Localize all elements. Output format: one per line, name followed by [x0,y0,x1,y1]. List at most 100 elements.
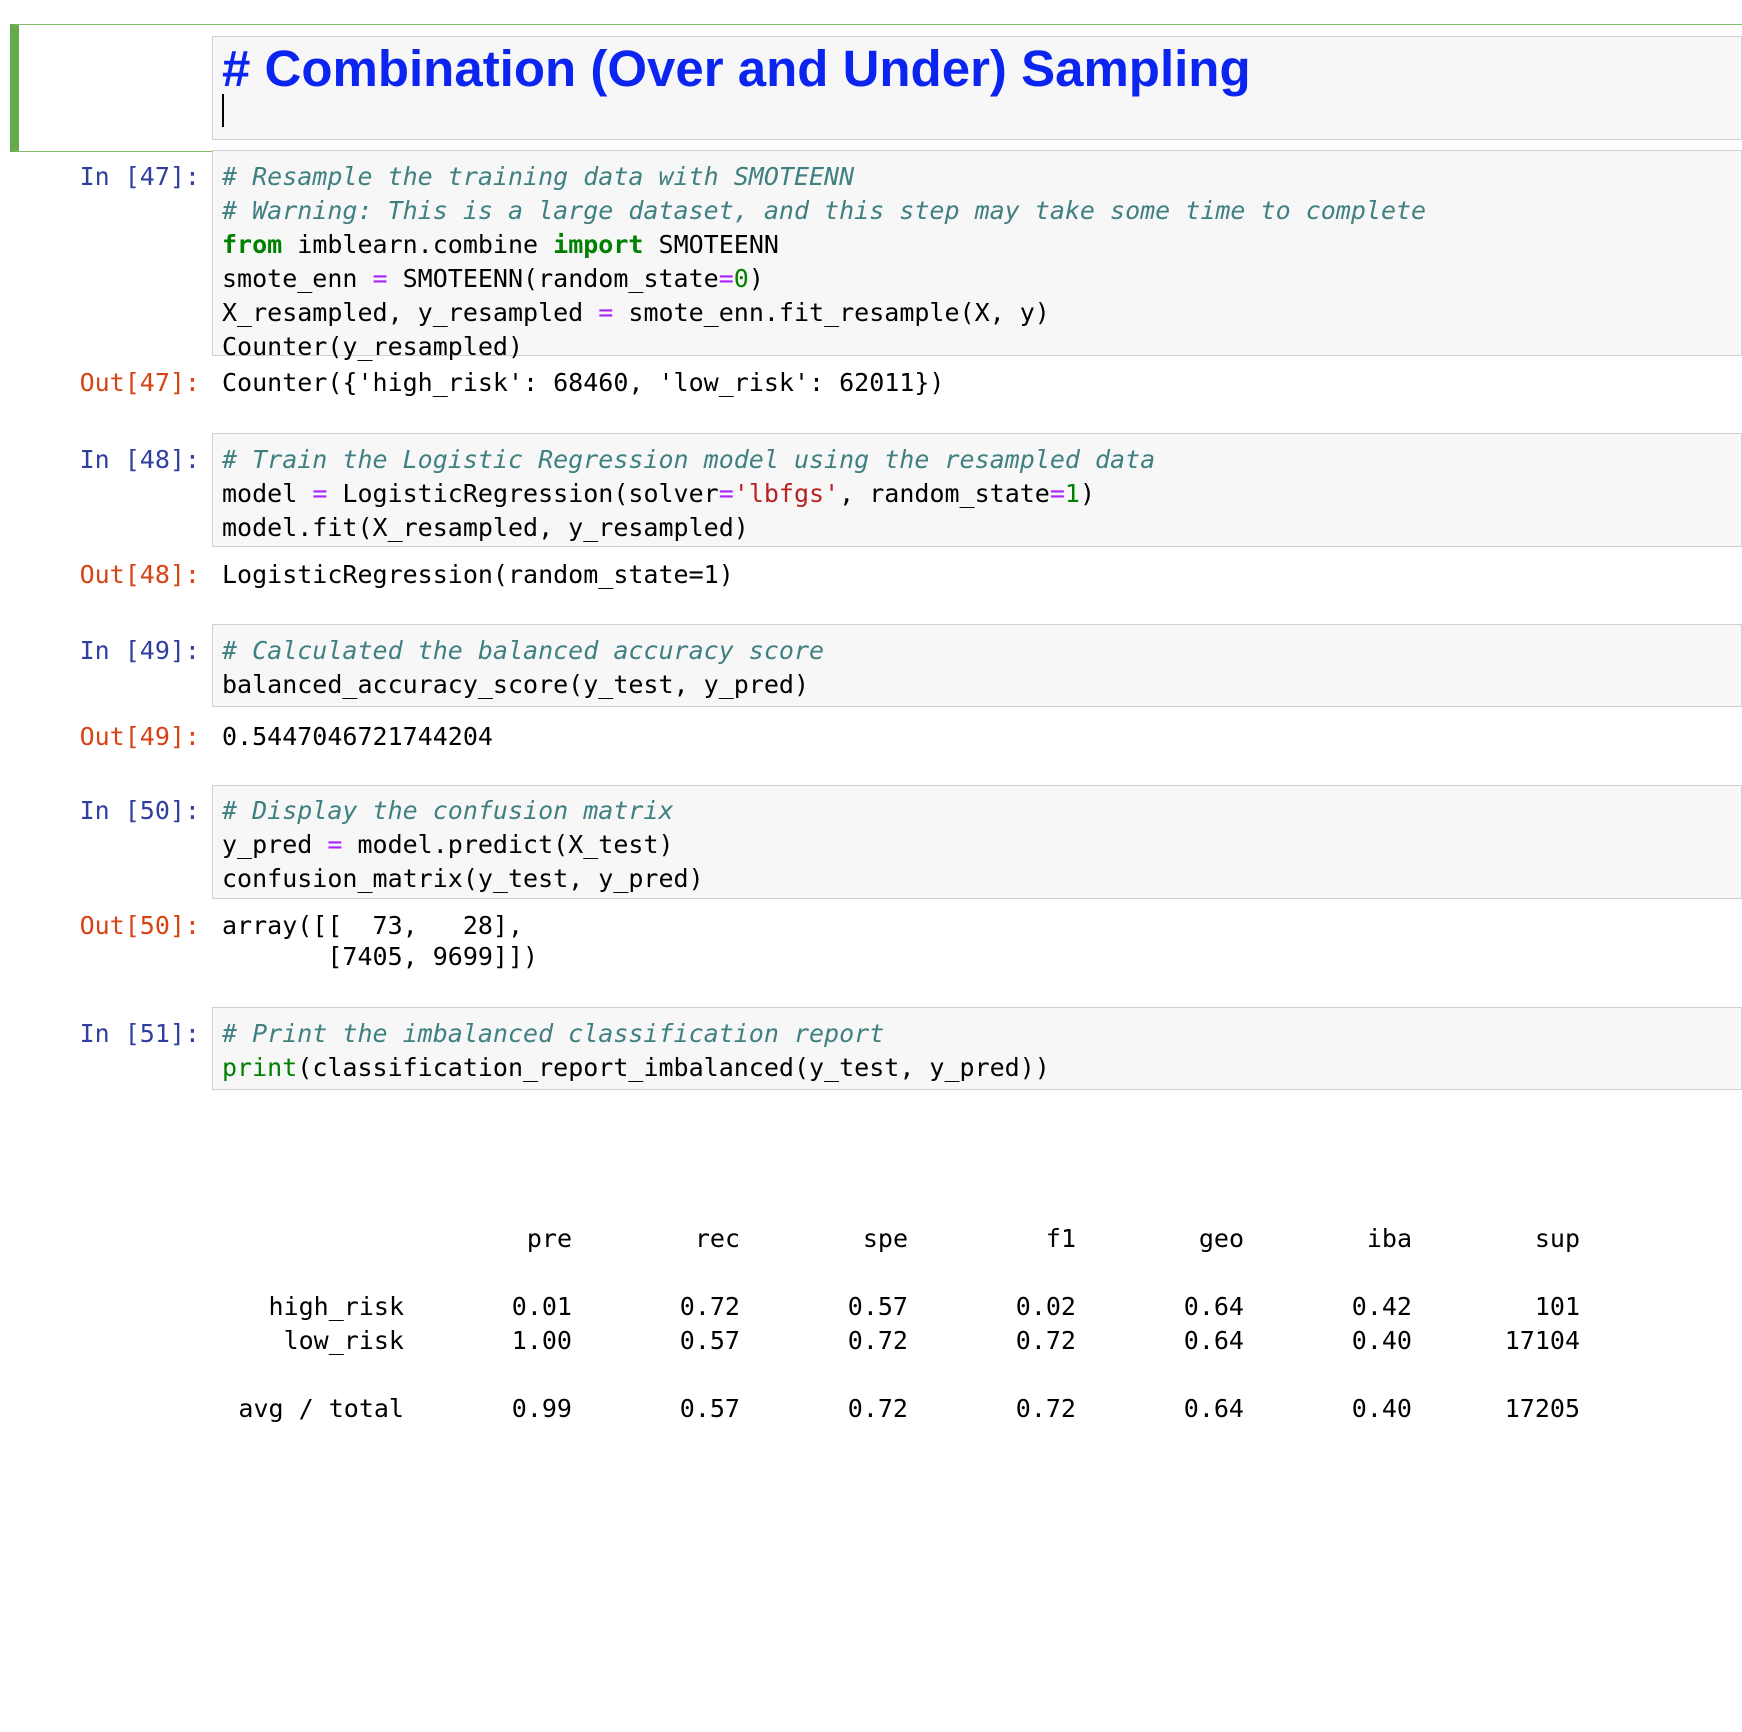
code-token: = [327,830,343,859]
markdown-heading-text[interactable]: # Combination (Over and Under) Sampling [222,38,1251,100]
code-line[interactable]: # Resample the training data with SMOTEE… [222,160,1426,194]
code-token: # Train the Logistic Regression model us… [222,445,1156,474]
report-cell: 0.40 [1351,1394,1412,1423]
code-token: import [553,230,644,259]
report-cell: 0.99 [511,1394,572,1423]
input-prompt-48: In [48]: [79,445,200,474]
code-token: 1 [1064,479,1080,508]
code-line[interactable]: y_pred = model.predict(X_test) [222,828,704,862]
report-cell: 0.72 [1015,1394,1076,1423]
code-token: confusion_matrix(y_test, y_pred) [222,864,704,893]
output-prompt-48: Out[48]: [79,560,200,589]
code-token: SMOTEENN [643,230,779,259]
code-token: = [718,264,734,293]
input-prompt-49: In [49]: [79,636,200,665]
output-47-text: Counter({'high_risk': 68460, 'low_risk':… [222,368,945,397]
report-cell: 0.40 [1351,1326,1412,1355]
report-cell: 0.57 [847,1292,908,1321]
report-spacer [222,1358,1632,1392]
output-49-text: 0.5447046721744204 [222,722,493,751]
report-cell: 0.64 [1183,1292,1244,1321]
code-token: print [222,1053,298,1082]
code-line[interactable]: Counter(y_resampled) [222,330,1426,364]
code-token: # Calculated the balanced accuracy score [222,636,825,665]
code-line[interactable]: # Display the confusion matrix [222,794,704,828]
input-prompt-50: In [50]: [79,796,200,825]
report-cell: 0.64 [1183,1394,1244,1423]
input-prompt-47: In [47]: [79,162,200,191]
report-cell: 0.72 [847,1326,908,1355]
output-prompt-49: Out[49]: [79,722,200,751]
report-row-label: low_risk [283,1326,404,1355]
report-row-label: avg / total [238,1394,404,1423]
report-row-low-risk: low_risk 1.00 0.57 0.72 0.72 0.64 0.40 1… [222,1324,1632,1358]
code-token: model.predict(X_test) [342,830,674,859]
code-cell-48-code[interactable]: # Train the Logistic Regression model us… [222,443,1155,545]
report-cell: 17104 [1504,1326,1580,1355]
code-token: = [372,264,388,293]
report-cell: 0.57 [679,1326,740,1355]
code-line[interactable]: # Print the imbalanced classification re… [222,1017,1050,1051]
output-prompt-47: Out[47]: [79,368,200,397]
code-token: # Print the imbalanced classification re… [222,1019,885,1048]
code-cell-50-code[interactable]: # Display the confusion matrix y_pred = m… [222,794,704,896]
code-token: Counter(y_resampled) [222,332,524,361]
report-cell: 0.72 [1015,1326,1076,1355]
code-token: (classification_report_imbalanced(y_test… [297,1053,1050,1082]
code-token: 'lbfgs' [733,479,840,508]
report-header-spe: spe [862,1224,908,1253]
code-token: = [312,479,328,508]
code-token: y_pred [222,830,328,859]
report-header-f1: f1 [1045,1224,1076,1253]
code-line[interactable]: # Train the Logistic Regression model us… [222,443,1155,477]
report-row-high-risk: high_risk 0.01 0.72 0.57 0.02 0.64 0.42 … [222,1290,1632,1324]
code-token: = [1049,479,1065,508]
code-cell-47-code[interactable]: # Resample the training data with SMOTEE… [222,160,1426,364]
code-line[interactable]: # Warning: This is a large dataset, and … [222,194,1426,228]
code-token: ) [748,264,764,293]
code-token: # Resample the training data with SMOTEE… [222,162,855,191]
report-header-rec: rec [694,1224,740,1253]
report-cell: 0.02 [1015,1292,1076,1321]
report-cell: 0.57 [679,1394,740,1423]
code-cell-51-code[interactable]: # Print the imbalanced classification re… [222,1017,1050,1085]
report-header-sup: sup [1534,1224,1580,1253]
code-line[interactable]: print(classification_report_imbalanced(y… [222,1051,1050,1085]
code-token: LogisticRegression(solver [327,479,719,508]
code-token: imblearn.combine [282,230,554,259]
code-line[interactable]: from imblearn.combine import SMOTEENN [222,228,1426,262]
output-50-line-2: [7405, 9699]]) [222,942,539,971]
text-cursor [222,94,224,127]
code-token: X_resampled, y_resampled [222,298,599,327]
code-line[interactable]: # Calculated the balanced accuracy score [222,634,824,668]
report-cell: 0.72 [679,1292,740,1321]
report-cell: 101 [1534,1292,1580,1321]
report-cell: 17205 [1504,1394,1580,1423]
code-token: , random_state [839,479,1050,508]
code-line[interactable]: X_resampled, y_resampled = smote_enn.fit… [222,296,1426,330]
code-token: smote_enn.fit_resample(X, y) [613,298,1050,327]
code-token: = [598,298,614,327]
report-cell: 0.72 [847,1394,908,1423]
code-token: = [718,479,734,508]
code-token: 0 [733,264,749,293]
input-prompt-51: In [51]: [79,1019,200,1048]
code-line[interactable]: model = LogisticRegression(solver='lbfgs… [222,477,1155,511]
code-line[interactable]: smote_enn = SMOTEENN(random_state=0) [222,262,1426,296]
report-spacer [222,1256,1632,1290]
code-token: SMOTEENN(random_state [387,264,719,293]
output-prompt-50: Out[50]: [79,911,200,940]
report-cell: 1.00 [511,1326,572,1355]
report-header-iba: iba [1366,1224,1412,1253]
report-header-pre: pre [526,1224,572,1253]
code-line[interactable]: confusion_matrix(y_test, y_pred) [222,862,704,896]
report-cell: 0.01 [511,1292,572,1321]
code-token: model.fit(X_resampled, y_resampled) [222,513,749,542]
report-cell: 0.42 [1351,1292,1412,1321]
report-header-row: pre rec spe f1 geo iba sup [222,1222,1632,1256]
code-token: model [222,479,313,508]
code-line[interactable]: model.fit(X_resampled, y_resampled) [222,511,1155,545]
code-line[interactable]: balanced_accuracy_score(y_test, y_pred) [222,668,824,702]
code-cell-49-code[interactable]: # Calculated the balanced accuracy score… [222,634,824,702]
code-token: # Warning: This is a large dataset, and … [222,196,1427,225]
